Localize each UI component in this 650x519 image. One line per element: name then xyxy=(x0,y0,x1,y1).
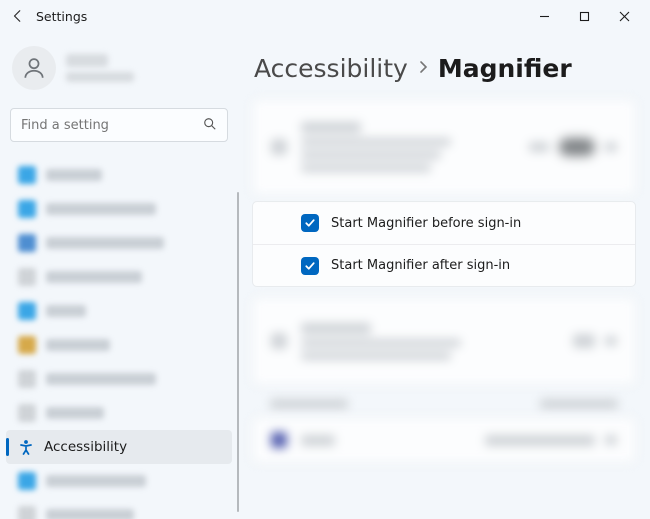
setting-card-blur xyxy=(252,99,636,195)
sidebar-scrollbar[interactable] xyxy=(237,192,239,512)
search-input[interactable] xyxy=(21,118,203,133)
settings-window: Settings xyxy=(0,0,650,519)
checkbox-label: Start Magnifier before sign-in xyxy=(331,216,521,231)
maximize-button[interactable] xyxy=(564,2,604,30)
nav-item-blur[interactable] xyxy=(6,226,232,260)
profile[interactable] xyxy=(0,32,238,108)
setting-card-blur xyxy=(252,417,636,463)
checkbox-after-sign-in[interactable] xyxy=(301,257,319,275)
close-button[interactable] xyxy=(604,2,644,30)
nav-item-blur[interactable] xyxy=(6,396,232,430)
option-after-sign-in[interactable]: Start Magnifier after sign-in xyxy=(253,244,635,286)
option-before-sign-in[interactable]: Start Magnifier before sign-in xyxy=(253,202,635,244)
setting-card-blur xyxy=(252,297,636,385)
nav-item-blur[interactable] xyxy=(6,498,232,519)
window-controls xyxy=(524,2,644,30)
checkbox-before-sign-in[interactable] xyxy=(301,214,319,232)
search-box[interactable] xyxy=(10,108,228,142)
profile-info xyxy=(66,54,134,82)
search-icon xyxy=(203,116,217,135)
nav-item-blur[interactable] xyxy=(6,260,232,294)
nav-item-blur[interactable] xyxy=(6,464,232,498)
accessibility-icon xyxy=(18,439,34,455)
nav-item-blur[interactable] xyxy=(6,362,232,396)
content: Accessibility Magnifier xyxy=(238,32,650,519)
back-button[interactable] xyxy=(6,4,30,28)
titlebar: Settings xyxy=(0,0,650,32)
chevron-right-icon xyxy=(418,59,428,79)
minimize-button[interactable] xyxy=(524,2,564,30)
nav-item-blur[interactable] xyxy=(6,294,232,328)
window-title: Settings xyxy=(36,9,87,24)
nav-item-accessibility[interactable]: Accessibility xyxy=(6,430,232,464)
nav-item-blur[interactable] xyxy=(6,192,232,226)
breadcrumb: Accessibility Magnifier xyxy=(252,32,636,99)
sidebar: Accessibility xyxy=(0,32,238,519)
nav-item-blur[interactable] xyxy=(6,328,232,362)
breadcrumb-parent[interactable]: Accessibility xyxy=(254,54,408,83)
nav-item-label: Accessibility xyxy=(44,439,127,455)
sign-in-options-card: Start Magnifier before sign-in Start Mag… xyxy=(252,201,636,287)
avatar xyxy=(12,46,56,90)
nav-item-blur[interactable] xyxy=(6,158,232,192)
search xyxy=(10,108,228,142)
checkbox-label: Start Magnifier after sign-in xyxy=(331,258,510,273)
page-title: Magnifier xyxy=(438,54,572,83)
body: Accessibility Accessibility Magnifier xyxy=(0,32,650,519)
nav: Accessibility xyxy=(0,154,238,519)
